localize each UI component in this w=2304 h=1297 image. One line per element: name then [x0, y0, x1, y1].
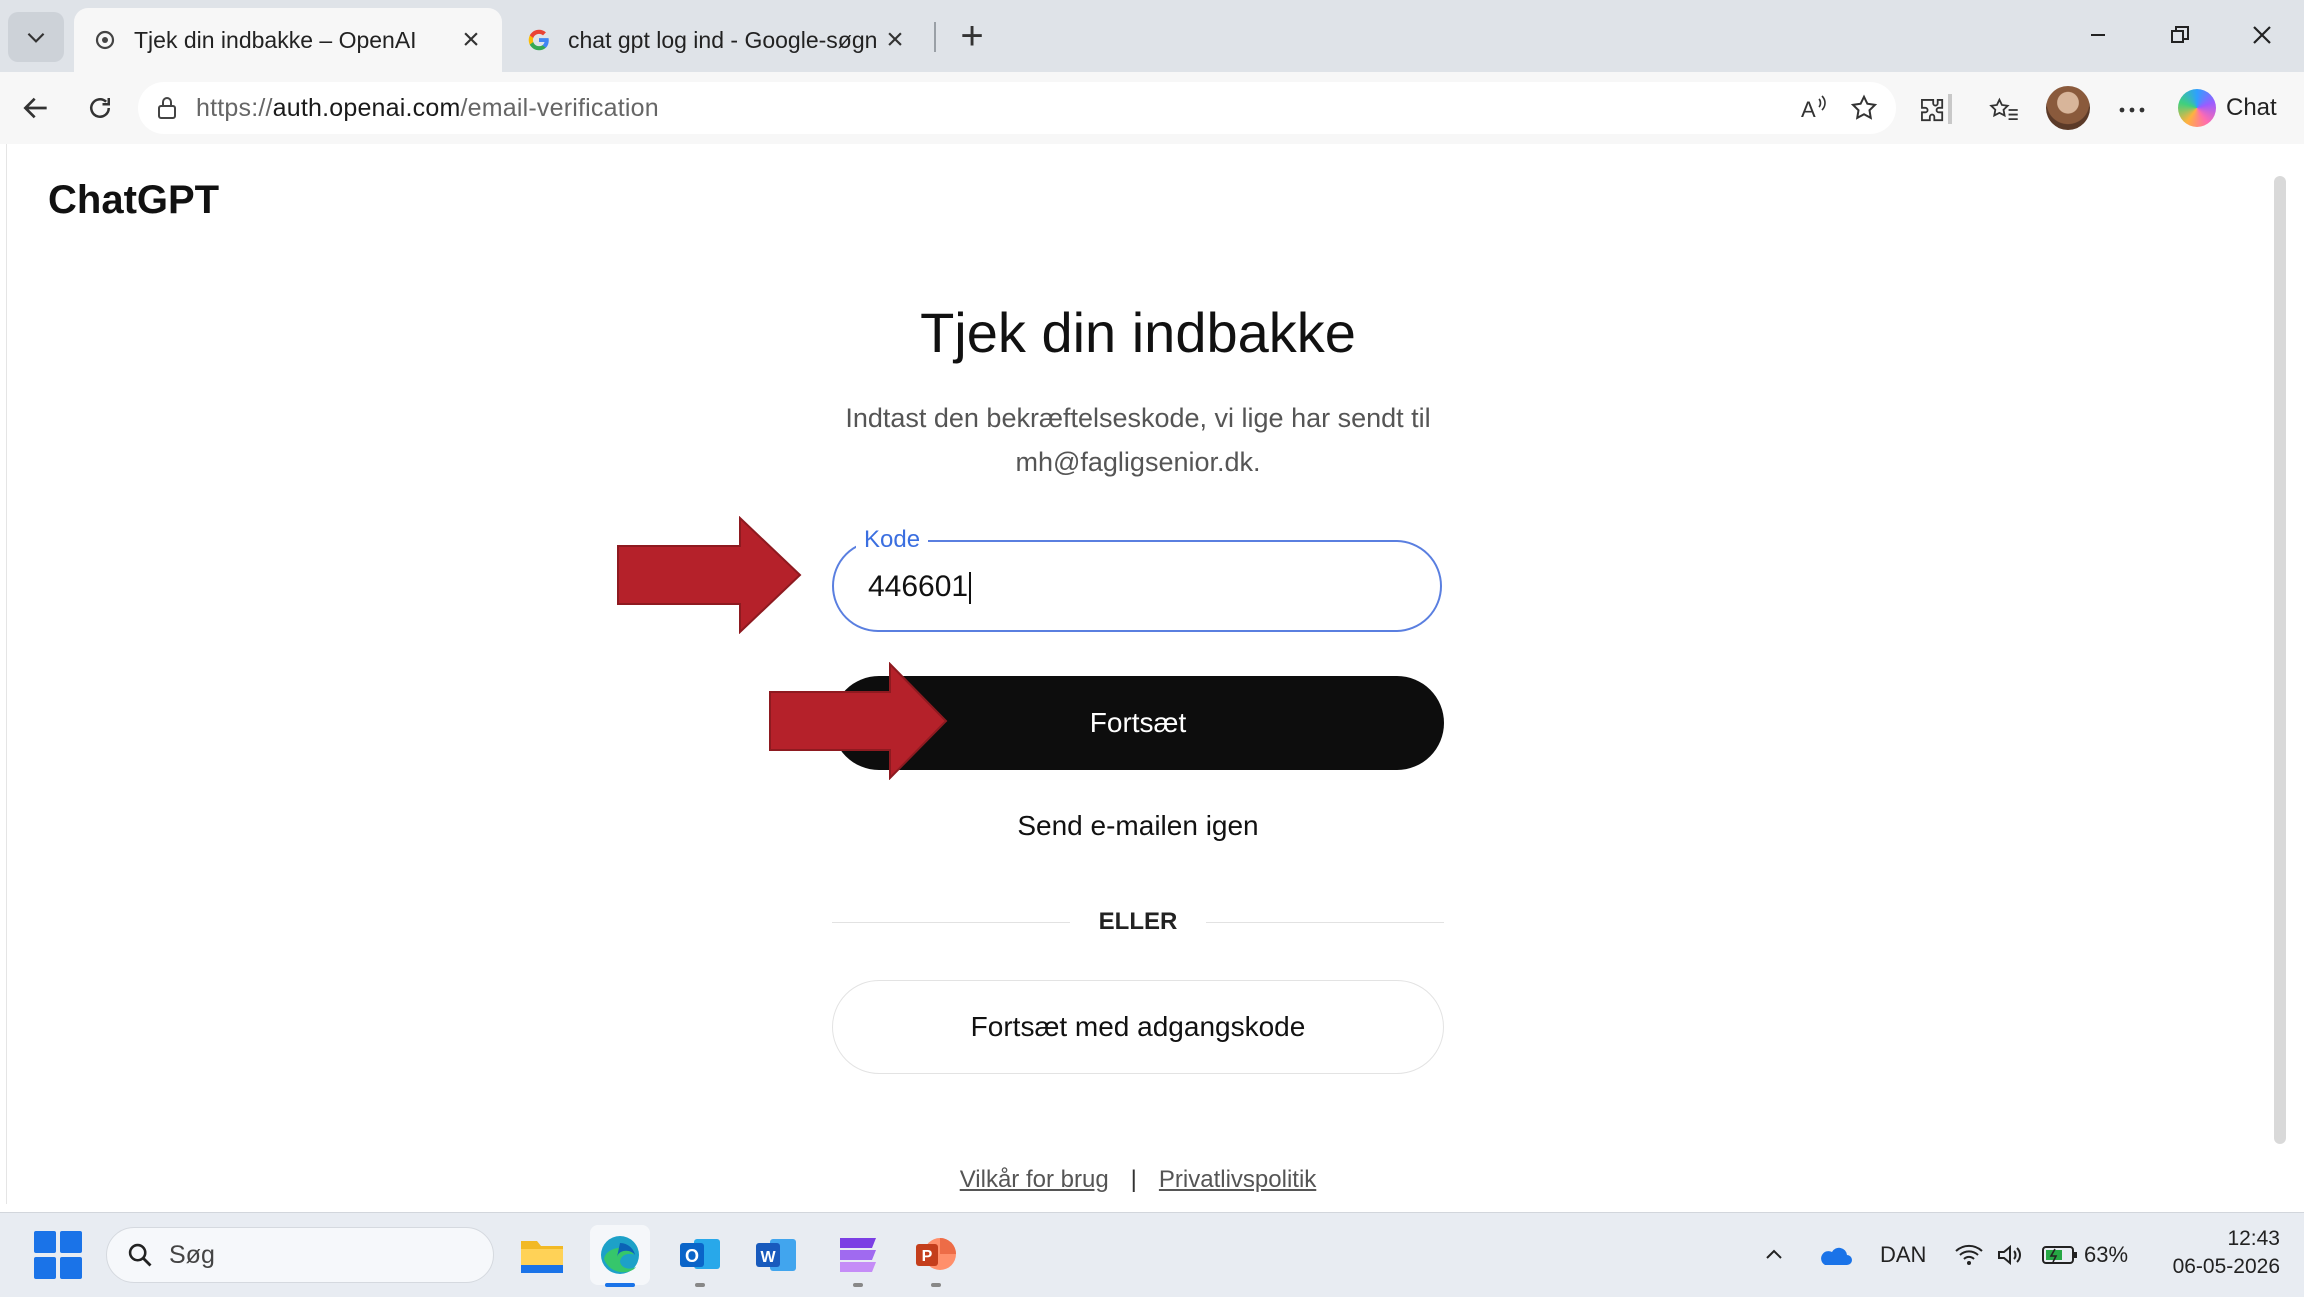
continue-with-password-button[interactable]: Fortsæt med adgangskode	[832, 980, 1444, 1074]
divider-line-right	[1206, 922, 1444, 923]
tab-title: chat gpt log ind - Google-søgning	[568, 26, 878, 53]
code-value: 446601	[868, 570, 969, 603]
language-indicator[interactable]: DAN	[1880, 1233, 1926, 1277]
tab-separator	[934, 22, 936, 52]
annotation-arrow-icon	[617, 516, 802, 634]
profile-avatar[interactable]	[2046, 86, 2090, 130]
tab-google-search[interactable]: chat gpt log ind - Google-søgning ×	[508, 8, 926, 72]
svg-text:O: O	[685, 1246, 699, 1266]
page-title: Tjek din indbakke	[920, 301, 1356, 364]
minimize-icon[interactable]	[2068, 12, 2128, 58]
google-icon	[526, 27, 552, 53]
close-window-icon[interactable]	[2232, 12, 2292, 58]
wifi-icon[interactable]	[1954, 1233, 1984, 1277]
svg-text:A: A	[1801, 97, 1816, 122]
clock-date: 06-05-2026	[2172, 1255, 2280, 1278]
divider-line-left	[832, 922, 1070, 923]
favorites-icon[interactable]	[1984, 90, 2024, 130]
password-label: Fortsæt med adgangskode	[970, 1011, 1306, 1042]
resend-email-link[interactable]: Send e-mailen igen	[0, 810, 2276, 842]
file-explorer-icon[interactable]	[512, 1225, 572, 1285]
address-bar[interactable]: https://auth.openai.com/email-verificati…	[138, 82, 1896, 134]
resend-label: Send e-mailen igen	[1017, 810, 1259, 841]
text-caret	[969, 572, 972, 605]
battery-status[interactable]: 63%	[2042, 1233, 2128, 1277]
code-field-label: Kode	[856, 526, 929, 554]
clock[interactable]: 12:43 06-05-2026	[2150, 1225, 2280, 1281]
close-tab-icon[interactable]: ×	[878, 23, 912, 57]
page-subtitle: Indtast den bekræftelseskode, vi lige ha…	[845, 403, 1431, 477]
url-text: https://auth.openai.com/email-verificati…	[196, 94, 659, 123]
battery-icon	[2042, 1246, 2077, 1264]
word-icon[interactable]: W	[746, 1225, 806, 1285]
volume-icon[interactable]	[1996, 1233, 2024, 1277]
read-aloud-icon[interactable]: A	[1796, 90, 1832, 126]
url-path: /email-verification	[460, 93, 659, 122]
brand-logo: ChatGPT	[48, 178, 220, 222]
refresh-icon[interactable]	[76, 84, 124, 132]
copilot-chat-button[interactable]: Chat	[2178, 84, 2290, 132]
toolbar-divider	[1948, 94, 1952, 124]
openai-icon	[92, 27, 118, 53]
chevron-down-icon	[27, 32, 45, 43]
copilot-label: Chat	[2226, 94, 2277, 121]
taskbar-search[interactable]: Søg	[106, 1227, 494, 1283]
restore-icon[interactable]	[2150, 12, 2210, 58]
extensions-icon[interactable]	[1912, 90, 1952, 130]
back-arrow-icon[interactable]	[12, 84, 60, 132]
terms-link[interactable]: Vilkår for brug	[960, 1166, 1109, 1193]
or-divider: ELLER	[1098, 908, 1178, 935]
powerpoint-icon[interactable]: P	[906, 1225, 966, 1287]
url-host: auth.openai.com	[272, 93, 461, 122]
lock-icon[interactable]	[152, 93, 182, 123]
footer-links: Vilkår for brug | Privatlivspolitik	[0, 1166, 2276, 1194]
more-options-icon[interactable]	[2112, 90, 2152, 130]
continue-label: Fortsæt	[1089, 707, 1187, 738]
clock-time: 12:43	[2227, 1227, 2280, 1250]
onedrive-cloud-icon[interactable]	[1816, 1233, 1852, 1277]
close-tab-icon[interactable]: ×	[454, 23, 488, 57]
tab-list-button[interactable]	[8, 12, 64, 62]
search-placeholder: Søg	[169, 1240, 215, 1269]
svg-text:W: W	[760, 1249, 776, 1266]
svg-text:P: P	[922, 1248, 933, 1265]
search-icon	[125, 1240, 155, 1270]
code-input[interactable]: 446601	[868, 570, 1408, 605]
favorite-star-icon[interactable]	[1846, 90, 1882, 126]
show-hidden-icons-chevron-up-icon[interactable]	[1762, 1233, 1786, 1277]
privacy-link[interactable]: Privatlivspolitik	[1159, 1166, 1316, 1193]
battery-percent: 63%	[2084, 1242, 2129, 1267]
new-tab-plus-icon[interactable]: +	[950, 14, 994, 58]
tab-strip: Tjek din indbakke – OpenAI × chat gpt lo…	[0, 0, 2304, 72]
url-scheme: https://	[196, 93, 273, 122]
browser-toolbar: https://auth.openai.com/email-verificati…	[0, 72, 2304, 144]
tab-openai[interactable]: Tjek din indbakke – OpenAI ×	[74, 8, 502, 72]
annotation-arrow-icon	[769, 662, 948, 780]
copilot-icon	[2178, 89, 2216, 127]
footer-separator: |	[1130, 1166, 1137, 1193]
windows-start-icon[interactable]	[34, 1231, 82, 1279]
tab-title: Tjek din indbakke – OpenAI	[134, 26, 417, 53]
outlook-icon[interactable]: O	[670, 1225, 730, 1287]
edge-browser-icon[interactable]	[590, 1225, 650, 1287]
taskbar: Søg O W P DAN 63% 12:43 06-05-2026	[0, 1212, 2304, 1297]
clipchamp-icon[interactable]	[828, 1225, 888, 1287]
